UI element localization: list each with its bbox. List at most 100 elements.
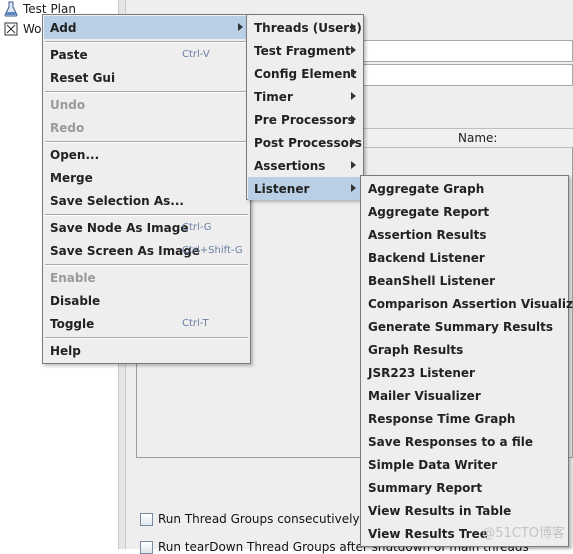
listener-item[interactable]: Backend Listener — [362, 246, 567, 269]
menu-item-label: Mailer Visualizer — [368, 388, 481, 403]
add-item-listener[interactable]: Listener — [248, 177, 362, 200]
menu-item-label: Threads (Users) — [254, 20, 362, 35]
run-consecutively-option[interactable]: Run Thread Groups consecutively (i. — [140, 512, 375, 526]
menu-item-label: Aggregate Graph — [368, 181, 485, 196]
menu-item-open[interactable]: Open... — [44, 143, 249, 166]
menu-item-label: Pre Processors — [254, 112, 355, 127]
menu-item-label: Toggle — [50, 316, 95, 331]
listener-item[interactable]: JSR223 Listener — [362, 361, 567, 384]
menu-item-label: Timer — [254, 89, 293, 104]
menu-item-label: Backend Listener — [368, 250, 485, 265]
menu-item-label: Response Time Graph — [368, 411, 516, 426]
menu-item-shortcut: Ctrl-V — [182, 49, 210, 60]
menu-item-label: Aggregate Report — [368, 204, 490, 219]
submenu-arrow-icon — [351, 92, 356, 100]
menu-item-toggle[interactable]: Toggle Ctrl-T — [44, 312, 249, 335]
submenu-arrow-icon — [351, 23, 356, 31]
submenu-arrow-icon — [238, 23, 243, 31]
listener-item[interactable]: BeanShell Listener — [362, 269, 567, 292]
menu-item-disable[interactable]: Disable — [44, 289, 249, 312]
listener-item[interactable]: Save Responses to a file — [362, 430, 567, 453]
watermark: @51CTO博客 — [482, 526, 565, 541]
tree-item-workbench[interactable]: Wo — [4, 20, 42, 38]
submenu-arrow-icon — [351, 184, 356, 192]
menu-item-label: JSR223 Listener — [368, 365, 475, 380]
menu-item-save-node-as-image[interactable]: Save Node As Image Ctrl-G — [44, 216, 249, 239]
listener-submenu: Aggregate Graph Aggregate Report Asserti… — [360, 175, 573, 547]
menu-item-save-screen-as-image[interactable]: Save Screen As Image Ctrl+Shift-G — [44, 239, 249, 262]
menu-item-label: Merge — [50, 170, 93, 185]
menu-item-undo: Undo — [44, 93, 249, 116]
menu-item-label: Save Screen As Image — [50, 243, 200, 258]
menu-item-label: View Results in Table — [368, 503, 512, 518]
menu-item-label: BeanShell Listener — [368, 273, 496, 288]
listener-item[interactable]: Assertion Results — [362, 223, 567, 246]
name-column-header: Name: — [458, 131, 498, 145]
listener-item[interactable]: Generate Summary Results — [362, 315, 567, 338]
submenu-arrow-icon — [351, 46, 356, 54]
listener-item[interactable]: Comparison Assertion Visualizer — [362, 292, 573, 315]
submenu-arrow-icon — [351, 115, 356, 123]
menu-item-label: View Results Tree — [368, 526, 488, 541]
menu-item-add[interactable]: Add — [44, 16, 249, 39]
menu-item-label: Undo — [50, 97, 86, 112]
menu-item-label: Paste — [50, 47, 88, 62]
submenu-arrow-icon — [351, 138, 356, 146]
menu-item-shortcut: Ctrl-G — [182, 222, 212, 233]
menu-item-label: Graph Results — [368, 342, 464, 357]
menu-item-label: Post Processors — [254, 135, 362, 150]
menu-item-label: Save Node As Image — [50, 220, 189, 235]
menu-item-label: Add — [50, 20, 77, 35]
menu-item-label: Open... — [50, 147, 100, 162]
flask-icon — [4, 1, 18, 17]
menu-item-enable: Enable — [44, 266, 249, 289]
add-item-config-element[interactable]: Config Element — [248, 62, 362, 85]
workbench-icon — [4, 22, 18, 36]
menu-item-label: Disable — [50, 293, 101, 308]
menu-item-label: Assertion Results — [368, 227, 487, 242]
run-consecutively-checkbox[interactable] — [140, 512, 153, 526]
menu-item-label: Help — [50, 343, 81, 358]
add-item-test-fragment[interactable]: Test Fragment — [248, 39, 362, 62]
add-item-post-processors[interactable]: Post Processors — [248, 131, 362, 154]
listener-item[interactable]: Summary Report — [362, 476, 567, 499]
menu-item-label: Config Element — [254, 66, 357, 81]
menu-item-paste[interactable]: Paste Ctrl-V — [44, 43, 249, 66]
menu-item-shortcut: Ctrl-T — [182, 318, 209, 329]
menu-item-reset-gui[interactable]: Reset Gui — [44, 66, 249, 89]
add-item-pre-processors[interactable]: Pre Processors — [248, 108, 362, 131]
run-teardown-checkbox[interactable] — [140, 540, 153, 554]
listener-item[interactable]: Simple Data Writer — [362, 453, 567, 476]
add-submenu: Threads (Users) Test Fragment Config Ele… — [246, 14, 364, 200]
menu-item-label: Save Responses to a file — [368, 434, 533, 449]
listener-item[interactable]: Aggregate Report — [362, 200, 567, 223]
menu-item-label: Generate Summary Results — [368, 319, 554, 334]
listener-item[interactable]: Response Time Graph — [362, 407, 567, 430]
tree-item-label: Wo — [23, 22, 42, 36]
add-item-timer[interactable]: Timer — [248, 85, 362, 108]
context-menu: Add Paste Ctrl-V Reset Gui Undo Redo Ope… — [42, 14, 251, 364]
menu-item-label: Assertions — [254, 158, 326, 173]
submenu-arrow-icon — [351, 161, 356, 169]
menu-item-label: Comparison Assertion Visualizer — [368, 296, 573, 311]
menu-item-label: Test Fragment — [254, 43, 351, 58]
menu-item-label: Summary Report — [368, 480, 483, 495]
menu-item-label: Enable — [50, 270, 96, 285]
menu-item-merge[interactable]: Merge — [44, 166, 249, 189]
menu-item-label: Simple Data Writer — [368, 457, 498, 472]
menu-item-shortcut: Ctrl+Shift-G — [182, 245, 243, 256]
run-consecutively-label: Run Thread Groups consecutively (i. — [158, 512, 376, 526]
listener-item[interactable]: View Results in Table — [362, 499, 567, 522]
menu-item-label: Reset Gui — [50, 70, 116, 85]
listener-item[interactable]: Aggregate Graph — [362, 177, 567, 200]
menu-item-save-selection-as[interactable]: Save Selection As... — [44, 189, 249, 212]
add-item-assertions[interactable]: Assertions — [248, 154, 362, 177]
menu-item-label: Redo — [50, 120, 85, 135]
menu-item-redo: Redo — [44, 116, 249, 139]
menu-item-label: Listener — [254, 181, 310, 196]
add-item-threads[interactable]: Threads (Users) — [248, 16, 362, 39]
menu-item-label: Save Selection As... — [50, 193, 184, 208]
menu-item-help[interactable]: Help — [44, 339, 249, 362]
listener-item[interactable]: Mailer Visualizer — [362, 384, 567, 407]
listener-item[interactable]: Graph Results — [362, 338, 567, 361]
